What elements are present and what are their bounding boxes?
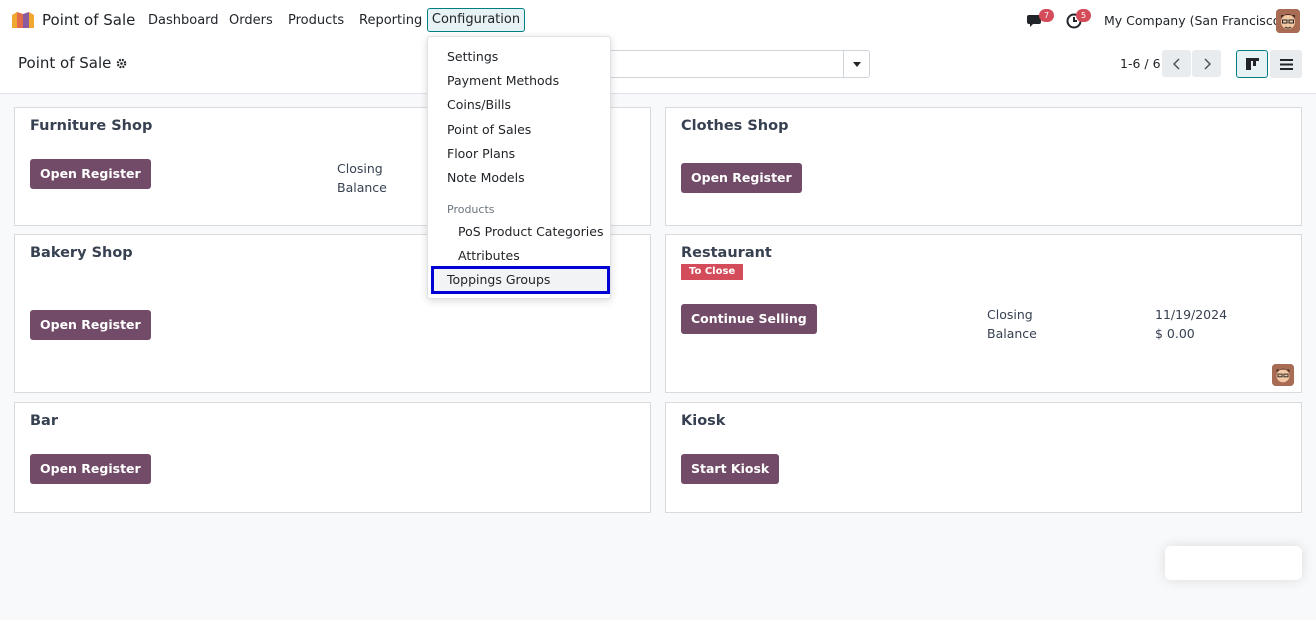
card-title[interactable]: Restaurant: [681, 245, 772, 261]
list-icon: [1279, 58, 1293, 70]
menu-item-settings[interactable]: Settings: [447, 49, 498, 64]
notification-placeholder: [1165, 546, 1302, 580]
menu-item-coins-bills[interactable]: Coins/Bills: [447, 97, 511, 112]
gear-icon[interactable]: [116, 58, 127, 69]
card-title[interactable]: Bakery Shop: [30, 245, 133, 261]
messages-badge: 7: [1039, 9, 1054, 22]
card-title[interactable]: Clothes Shop: [681, 118, 788, 134]
open-register-button[interactable]: Open Register: [30, 310, 151, 340]
open-register-button[interactable]: Open Register: [30, 159, 151, 189]
user-face-icon: [1272, 364, 1294, 386]
closing-label: Closing: [337, 161, 383, 176]
pos-card-clothes: Clothes Shop Open Register: [665, 107, 1302, 226]
menu-item-pos-product-categories[interactable]: PoS Product Categories: [458, 224, 603, 239]
start-kiosk-button[interactable]: Start Kiosk: [681, 454, 780, 484]
control-panel: Point of Sale 1-6 / 6: [0, 41, 1316, 94]
menu-item-toppings-groups-label: Toppings Groups: [447, 272, 551, 287]
chevron-left-icon: [1172, 57, 1180, 70]
user-face-icon: [1276, 9, 1300, 33]
pos-card-restaurant: Restaurant To Close Continue Selling Clo…: [665, 234, 1302, 393]
menu-section-products: Products: [447, 203, 495, 216]
menu-item-payment-methods[interactable]: Payment Methods: [447, 73, 559, 88]
balance-label: Balance: [337, 180, 387, 195]
responsible-avatar[interactable]: [1272, 364, 1294, 386]
chevron-right-icon: [1203, 57, 1211, 70]
menu-item-note-models[interactable]: Note Models: [447, 170, 525, 185]
menu-item-attributes[interactable]: Attributes: [458, 248, 520, 263]
pos-card-kiosk: Kiosk Start Kiosk: [665, 402, 1302, 513]
menu-item-floor-plans[interactable]: Floor Plans: [447, 146, 515, 161]
menu-orders[interactable]: Orders: [229, 13, 273, 28]
kanban-view-button[interactable]: [1236, 50, 1268, 78]
pos-card-bar: Bar Open Register: [14, 402, 651, 513]
search-options-toggle[interactable]: [843, 51, 869, 77]
card-title[interactable]: Furniture Shop: [30, 118, 152, 134]
list-view-button[interactable]: [1270, 50, 1302, 78]
status-badge: To Close: [681, 264, 744, 280]
configuration-dropdown-menu: Settings Payment Methods Coins/Bills Poi…: [427, 36, 611, 299]
search-input[interactable]: [600, 50, 870, 78]
top-navbar: Point of Sale Dashboard Orders Products …: [0, 0, 1316, 41]
user-avatar[interactable]: [1276, 9, 1300, 33]
menu-item-toppings-groups[interactable]: Toppings Groups: [431, 266, 610, 294]
kanban-icon: [1245, 58, 1259, 70]
menu-products[interactable]: Products: [288, 13, 344, 28]
breadcrumb: Point of Sale: [18, 54, 127, 72]
page-title: Point of Sale: [18, 54, 112, 72]
balance-label: Balance: [987, 326, 1037, 341]
pager-previous-button[interactable]: [1162, 50, 1191, 77]
company-switcher[interactable]: My Company (San Francisco): [1104, 13, 1285, 28]
menu-configuration[interactable]: Configuration: [427, 8, 525, 32]
pos-app-logo-icon[interactable]: [11, 11, 35, 29]
card-title[interactable]: Bar: [30, 413, 58, 429]
pager-value[interactable]: 1-6 / 6: [1120, 56, 1161, 71]
open-register-button[interactable]: Open Register: [30, 454, 151, 484]
caret-down-icon: [852, 61, 861, 67]
menu-item-point-of-sales[interactable]: Point of Sales: [447, 122, 531, 137]
menu-reporting[interactable]: Reporting: [359, 13, 422, 28]
app-name[interactable]: Point of Sale: [42, 11, 135, 29]
open-register-button[interactable]: Open Register: [681, 163, 802, 193]
closing-date-value: 11/19/2024: [1155, 307, 1228, 322]
activity-badge: 5: [1076, 9, 1091, 22]
balance-value: $ 0.00: [1155, 326, 1195, 341]
menu-dashboard[interactable]: Dashboard: [148, 13, 219, 28]
closing-label: Closing: [987, 307, 1033, 322]
pager-next-button[interactable]: [1192, 50, 1221, 77]
continue-selling-button[interactable]: Continue Selling: [681, 304, 817, 334]
card-title[interactable]: Kiosk: [681, 413, 725, 429]
